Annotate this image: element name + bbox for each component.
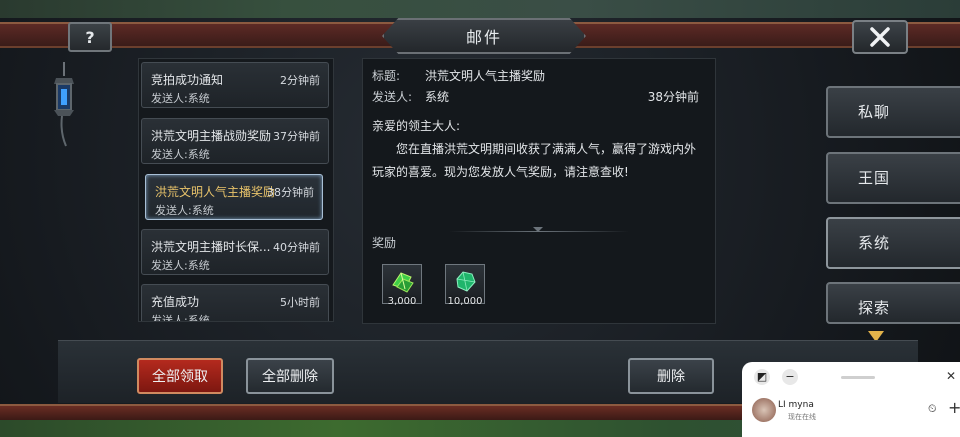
- mail-item[interactable]: 洪荒文明主播时长保... 40分钟前 发送人:系统: [141, 229, 329, 275]
- mail-item-subject: 充值成功: [151, 295, 200, 309]
- close-icon: [870, 27, 890, 47]
- mail-item[interactable]: 洪荒文明主播战勋奖励 37分钟前 发送人:系统: [141, 118, 329, 164]
- mail-item-sender: 发送人:系统: [151, 259, 210, 272]
- mail-text: 您在直播洪荒文明期间收获了满满人气，赢得了游戏内外玩家的喜爱。现为您发放人气奖励…: [372, 142, 697, 179]
- mail-item-time: 5小时前: [280, 296, 320, 309]
- claim-all-label: 全部领取: [152, 369, 208, 385]
- mail-body: 亲爱的领主大人: 您在直播洪荒文明期间收获了满满人气，赢得了游戏内外玩家的喜爱。…: [372, 115, 704, 184]
- mail-item-sender: 发送人:系统: [151, 314, 210, 322]
- game-background-top: [0, 0, 960, 20]
- add-icon[interactable]: +: [948, 398, 960, 417]
- close-icon[interactable]: ✕: [946, 369, 956, 383]
- mail-greeting: 亲爱的领主大人:: [372, 119, 461, 133]
- mail-item-subject: 洪荒文明人气主播奖励: [155, 185, 276, 199]
- mail-detail-panel: 标题: 洪荒文明人气主播奖励 发送人: 系统 38分钟前 亲爱的领主大人: 您在…: [362, 58, 716, 324]
- sender-label: 发送人:: [372, 90, 413, 104]
- window-title: 邮件: [465, 28, 502, 47]
- mail-item-sender: 发送人:系统: [155, 204, 214, 217]
- delete-button[interactable]: 删除: [628, 358, 714, 394]
- contact-status: 现在在线: [788, 413, 816, 421]
- floating-chat-widget[interactable]: ◩ − ✕ LI myna 现在在线 ⏲ +: [742, 362, 960, 437]
- mail-list[interactable]: 竞拍成功通知 2分钟前 发送人:系统 洪荒文明主播战勋奖励 37分钟前 发送人:…: [138, 58, 334, 322]
- mail-item-time: 38分钟前: [267, 186, 314, 199]
- tab-explore[interactable]: 探索: [826, 282, 960, 324]
- mail-item-time: 37分钟前: [273, 130, 320, 143]
- tab-system[interactable]: 系统: [826, 217, 960, 269]
- mail-subject: 洪荒文明人气主播奖励: [425, 69, 546, 83]
- subject-label: 标题:: [372, 69, 401, 83]
- collapse-icon[interactable]: ◩: [754, 369, 770, 385]
- mail-item-subject: 洪荒文明主播时长保...: [151, 240, 271, 254]
- reward-divider-notch: [533, 227, 543, 232]
- help-button[interactable]: ?: [68, 22, 112, 52]
- mail-item-subject: 洪荒文明主播战勋奖励: [151, 129, 272, 143]
- lantern-icon: [54, 62, 74, 147]
- tab-kingdom[interactable]: 王国: [826, 152, 960, 204]
- tab-label: 私聊: [858, 103, 891, 121]
- drag-handle[interactable]: [841, 376, 875, 379]
- mail-item[interactable]: 竞拍成功通知 2分钟前 发送人:系统: [141, 62, 329, 108]
- mail-item-subject: 竞拍成功通知: [151, 73, 224, 87]
- tab-label: 王国: [858, 169, 891, 187]
- green-crystal-icon: [392, 272, 414, 293]
- mail-item-time: 40分钟前: [273, 241, 320, 254]
- tab-private-chat[interactable]: 私聊: [826, 86, 960, 138]
- mail-item-time: 2分钟前: [280, 74, 320, 87]
- contact-name: LI myna: [778, 400, 814, 410]
- tab-label: 系统: [858, 234, 891, 252]
- reward-quantity: 3,000: [387, 296, 417, 307]
- delete-label: 删除: [657, 369, 685, 385]
- avatar: [752, 398, 776, 422]
- minimize-icon[interactable]: −: [782, 369, 798, 385]
- mail-item-sender: 发送人:系统: [151, 92, 210, 105]
- close-button[interactable]: [852, 20, 908, 54]
- timer-icon[interactable]: ⏲: [928, 402, 937, 416]
- mail-item-sender: 发送人:系统: [151, 148, 210, 161]
- reward-item[interactable]: 3,000: [382, 264, 422, 307]
- reward-item[interactable]: 10,000: [445, 264, 485, 307]
- claim-all-button[interactable]: 全部领取: [137, 358, 223, 394]
- mail-time: 38分钟前: [647, 90, 699, 104]
- tab-label: 探索: [858, 299, 891, 317]
- help-icon: ?: [85, 27, 95, 47]
- mail-item-selected[interactable]: 洪荒文明人气主播奖励 38分钟前 发送人:系统: [145, 174, 323, 220]
- reward-quantity: 10,000: [447, 296, 483, 307]
- mail-item[interactable]: 充值成功 5小时前 发送人:系统: [141, 284, 329, 322]
- window-title-plate: 邮件: [382, 18, 586, 54]
- delete-all-label: 全部删除: [262, 369, 318, 385]
- rewards-label: 奖励: [372, 236, 397, 250]
- delete-all-button[interactable]: 全部删除: [246, 358, 334, 394]
- mail-sender: 系统: [425, 90, 450, 104]
- emerald-gem-icon: [456, 271, 476, 292]
